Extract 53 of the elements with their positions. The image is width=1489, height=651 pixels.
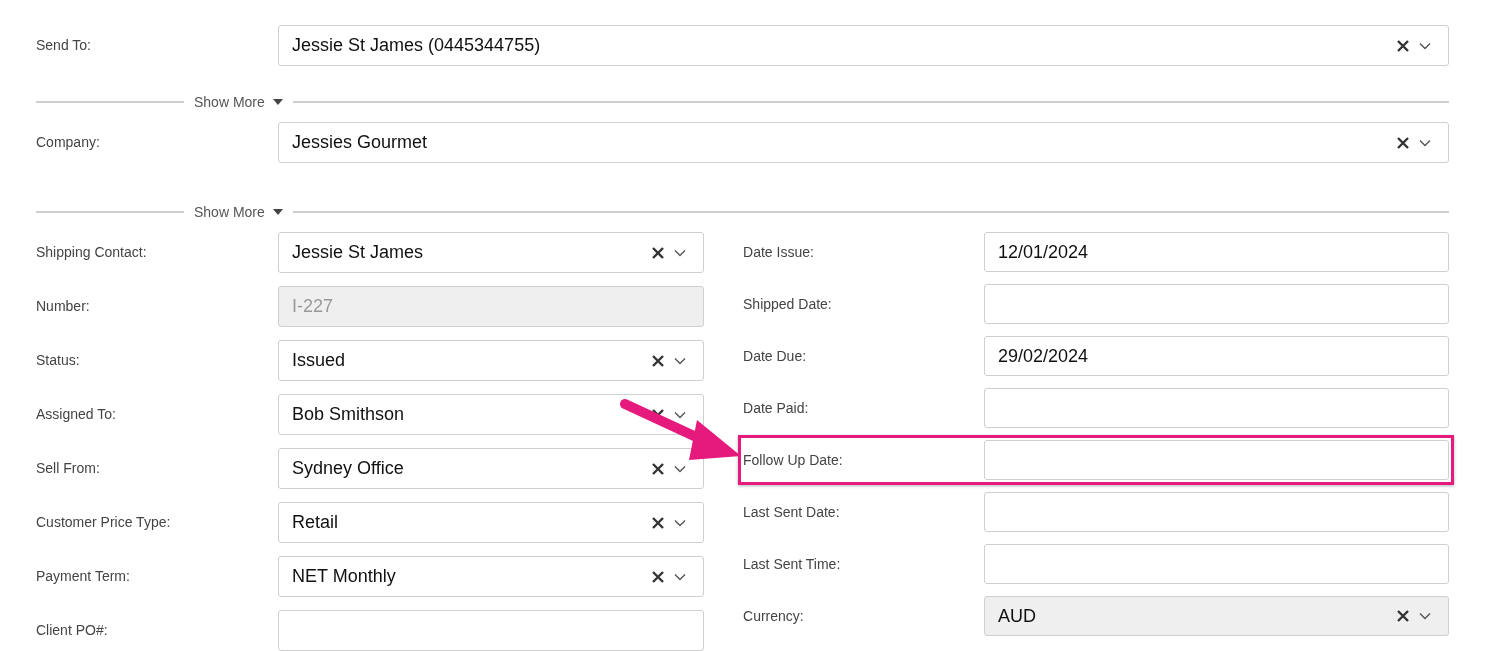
chevron-down-icon[interactable] bbox=[674, 572, 687, 581]
clear-icon[interactable] bbox=[652, 570, 665, 583]
field-label: Date Issue: bbox=[743, 242, 815, 262]
field-label: Follow Up Date: bbox=[743, 450, 844, 470]
input-field[interactable] bbox=[984, 388, 1449, 428]
select-field[interactable]: Bob Smithson bbox=[278, 394, 705, 435]
field-label: Assigned To: bbox=[36, 405, 117, 424]
field-label: Number: bbox=[36, 297, 91, 316]
clear-icon[interactable] bbox=[1397, 136, 1409, 149]
field-label: Status: bbox=[36, 351, 81, 370]
show-more-toggle[interactable]: Show More bbox=[184, 201, 293, 223]
field-label: Date Paid: bbox=[743, 398, 810, 418]
input-field[interactable]: 29/02/2024 bbox=[984, 336, 1449, 376]
field-label: Last Sent Date: bbox=[743, 502, 841, 522]
chevron-down-icon[interactable] bbox=[674, 464, 687, 473]
chevron-down-icon[interactable] bbox=[674, 248, 687, 257]
chevron-down-icon[interactable] bbox=[674, 356, 687, 365]
clear-icon[interactable] bbox=[652, 516, 665, 529]
chevron-down-icon[interactable] bbox=[674, 518, 687, 527]
input-field[interactable] bbox=[278, 610, 705, 651]
field-label: Customer Price Type: bbox=[36, 513, 172, 532]
chevron-down-icon[interactable] bbox=[1419, 138, 1431, 147]
select-field[interactable]: Jessies Gourmet bbox=[278, 122, 1449, 163]
field-label: Date Due: bbox=[743, 346, 808, 366]
caret-icon[interactable] bbox=[272, 209, 283, 215]
select-field[interactable]: NET Monthly bbox=[278, 556, 705, 597]
field-label: Payment Term: bbox=[36, 567, 131, 586]
input-field[interactable] bbox=[984, 492, 1449, 532]
select-field[interactable]: Jessie St James (0445344755) bbox=[278, 25, 1449, 66]
chevron-down-icon[interactable] bbox=[1419, 41, 1431, 50]
field-label: Company: bbox=[36, 133, 101, 152]
clear-icon[interactable] bbox=[652, 462, 665, 475]
field-label: Shipping Contact: bbox=[36, 243, 148, 262]
input-field[interactable] bbox=[984, 284, 1449, 324]
clear-icon[interactable] bbox=[652, 246, 665, 259]
field-label: Currency: bbox=[743, 606, 805, 626]
caret-icon[interactable] bbox=[272, 99, 283, 105]
field-label: Sell From: bbox=[36, 459, 101, 478]
field-label: Last Sent Time: bbox=[743, 554, 842, 574]
select-field[interactable]: Sydney Office bbox=[278, 448, 705, 489]
field-label: Client PO#: bbox=[36, 621, 109, 640]
select-field[interactable]: Jessie St James bbox=[278, 232, 705, 273]
clear-icon[interactable] bbox=[652, 354, 665, 367]
field-label: Send To: bbox=[36, 36, 92, 55]
input-field[interactable] bbox=[984, 440, 1449, 480]
select-field[interactable]: Retail bbox=[278, 502, 705, 543]
clear-icon[interactable] bbox=[1397, 39, 1409, 52]
show-more-toggle[interactable]: Show More bbox=[184, 91, 293, 113]
input-field[interactable] bbox=[984, 544, 1449, 584]
input-field[interactable]: 12/01/2024 bbox=[984, 232, 1449, 272]
select-field[interactable]: Issued bbox=[278, 340, 705, 381]
chevron-down-icon[interactable] bbox=[674, 410, 687, 419]
field-label: Shipped Date: bbox=[743, 294, 833, 314]
